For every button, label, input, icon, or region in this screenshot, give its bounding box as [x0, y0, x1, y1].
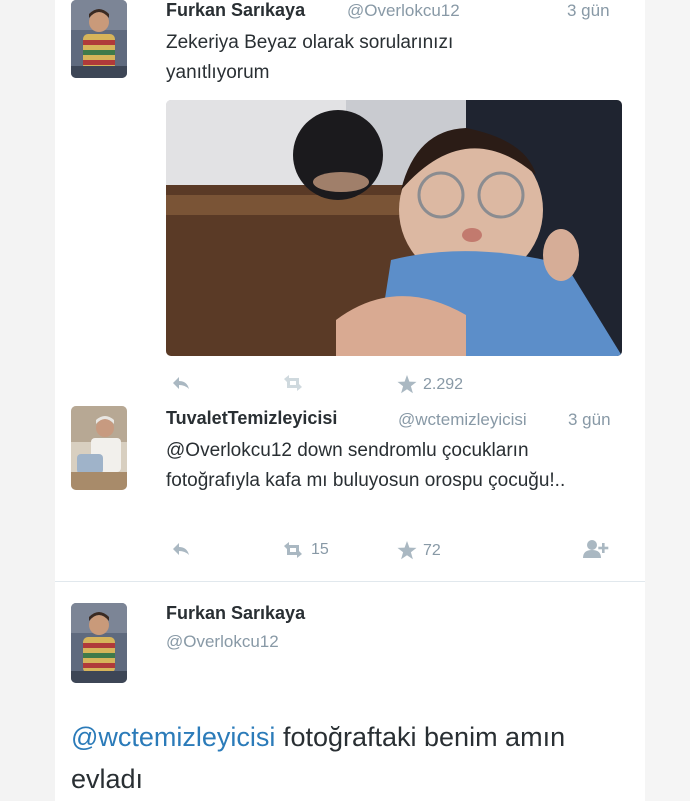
like-button[interactable]: 72	[397, 541, 441, 560]
tweet-photo[interactable]	[166, 100, 622, 356]
author-handle[interactable]: @Overlokcu12	[347, 1, 460, 21]
author-name[interactable]: Furkan Sarıkaya	[166, 603, 305, 624]
follow-button[interactable]	[583, 539, 609, 559]
like-count: 72	[423, 541, 441, 559]
tweet-feed: Furkan Sarıkaya @Overlokcu12 3 gün Zeker…	[55, 0, 645, 801]
avatar-image	[71, 406, 127, 490]
retweet-icon	[284, 375, 302, 391]
author-handle[interactable]: @Overlokcu12	[166, 632, 279, 652]
avatar[interactable]	[71, 603, 127, 683]
like-button[interactable]: 2.292	[397, 375, 463, 394]
author-handle[interactable]: @wctemizleyicisi	[398, 410, 527, 430]
avatar-image	[71, 603, 127, 683]
author-name[interactable]: TuvaletTemizleyicisi	[166, 408, 337, 429]
follow-icon	[583, 540, 609, 558]
reply-button[interactable]	[171, 541, 191, 557]
photo-image	[166, 100, 622, 356]
tweet-text: @wctemizleyicisi fotoğraftaki benim amın…	[71, 716, 631, 800]
reply-button[interactable]	[171, 375, 191, 391]
right-margin	[645, 0, 690, 801]
avatar-image	[71, 0, 127, 78]
author-name[interactable]: Furkan Sarıkaya	[166, 0, 305, 21]
left-margin	[0, 0, 55, 801]
reply-icon	[173, 377, 189, 389]
reply-icon	[173, 543, 189, 555]
tweet-time[interactable]: 3 gün	[567, 1, 610, 21]
star-icon	[397, 541, 417, 560]
star-icon	[397, 375, 417, 394]
retweet-count: 15	[311, 541, 329, 558]
like-count: 2.292	[423, 375, 464, 393]
tweet-time[interactable]: 3 gün	[568, 410, 611, 430]
tweet-text: @Overlokcu12 down sendromlu çocukların f…	[166, 440, 566, 491]
avatar[interactable]	[71, 406, 127, 490]
mention-link[interactable]: @wctemizleyicisi	[71, 722, 275, 752]
tweet-text: Zekeriya Beyaz olarak sorularınızı yanıt…	[166, 32, 454, 83]
retweet-button[interactable]: 15	[281, 541, 329, 559]
retweet-button[interactable]	[281, 375, 311, 391]
retweet-icon	[284, 542, 302, 558]
avatar[interactable]	[71, 0, 127, 78]
divider	[55, 581, 645, 582]
